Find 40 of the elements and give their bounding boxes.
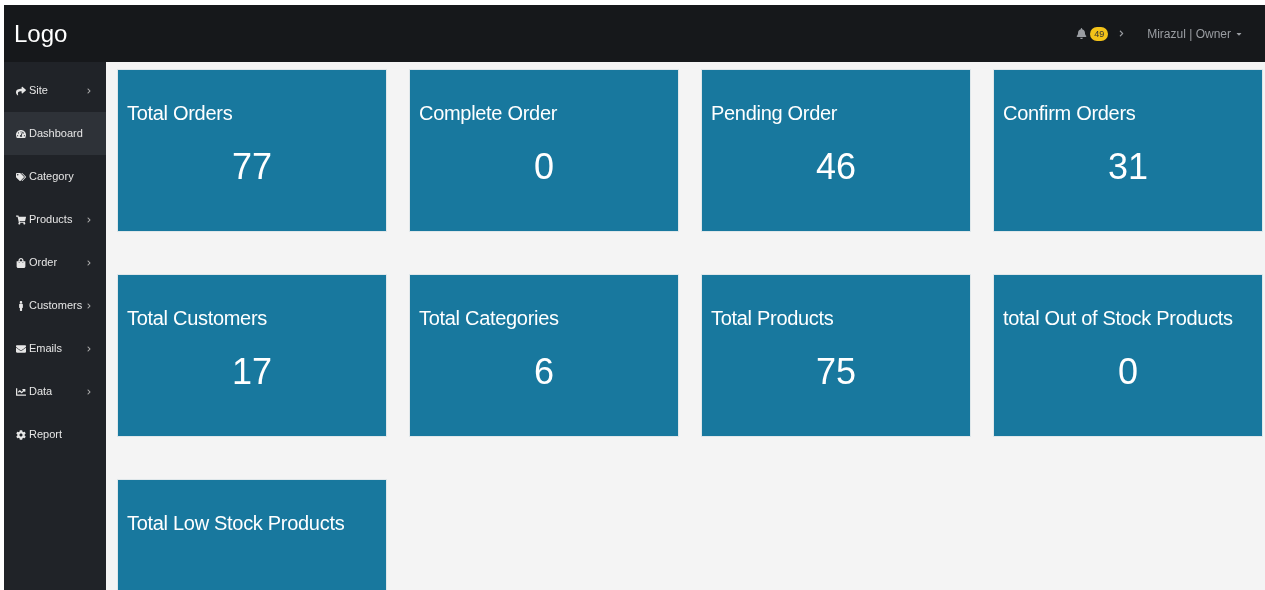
chevron-right-icon[interactable] [1118, 30, 1126, 37]
card-value: 31 [1106, 145, 1149, 189]
card-title: Confirm Orders [1003, 101, 1137, 126]
card-title: Total Orders [127, 101, 234, 126]
sidebar-item[interactable]: Dashboard [4, 112, 106, 155]
line-chart-icon [16, 386, 26, 397]
bell-icon[interactable] [1076, 28, 1088, 39]
sidebar-item[interactable]: Customers [4, 284, 106, 327]
sidebar-item[interactable]: Data [4, 370, 106, 413]
card-value: 0 [1117, 350, 1139, 394]
card-value: 46 [814, 145, 857, 189]
card-value: 0 [533, 145, 555, 189]
sidebar-item[interactable]: Order [4, 241, 106, 284]
envelope-icon [16, 343, 26, 354]
sidebar-item[interactable]: Products [4, 198, 106, 241]
card-title: Total Categories [419, 306, 560, 331]
sidebar-item[interactable]: Site [4, 69, 106, 112]
person-icon [16, 300, 26, 311]
card-title: Total Products [711, 306, 835, 331]
card-title: Pending Order [711, 101, 839, 126]
card-title: Total Low Stock Products [127, 511, 346, 536]
card-value: 6 [533, 350, 555, 394]
settings-icon [16, 429, 26, 440]
card-title: Complete Order [419, 101, 559, 126]
logo[interactable]: Logo [14, 15, 68, 52]
sidebar-item[interactable]: Report [4, 413, 106, 456]
sidebar-item[interactable]: Category [4, 155, 106, 198]
tag-icon [16, 171, 26, 182]
card-value: 77 [230, 145, 273, 189]
card-value: 17 [230, 350, 273, 394]
share-icon [16, 85, 26, 96]
card-value: 75 [814, 350, 857, 394]
bag-icon [16, 257, 26, 268]
notification-badge: 49 [1090, 26, 1109, 41]
user-menu[interactable]: Mirazul | Owner [1147, 24, 1231, 43]
cart-icon [16, 214, 26, 225]
sidebar-item[interactable]: Emails [4, 327, 106, 370]
card-title: total Out of Stock Products [1003, 306, 1234, 331]
gauge-icon [16, 128, 26, 139]
card-title: Total Customers [127, 306, 268, 331]
